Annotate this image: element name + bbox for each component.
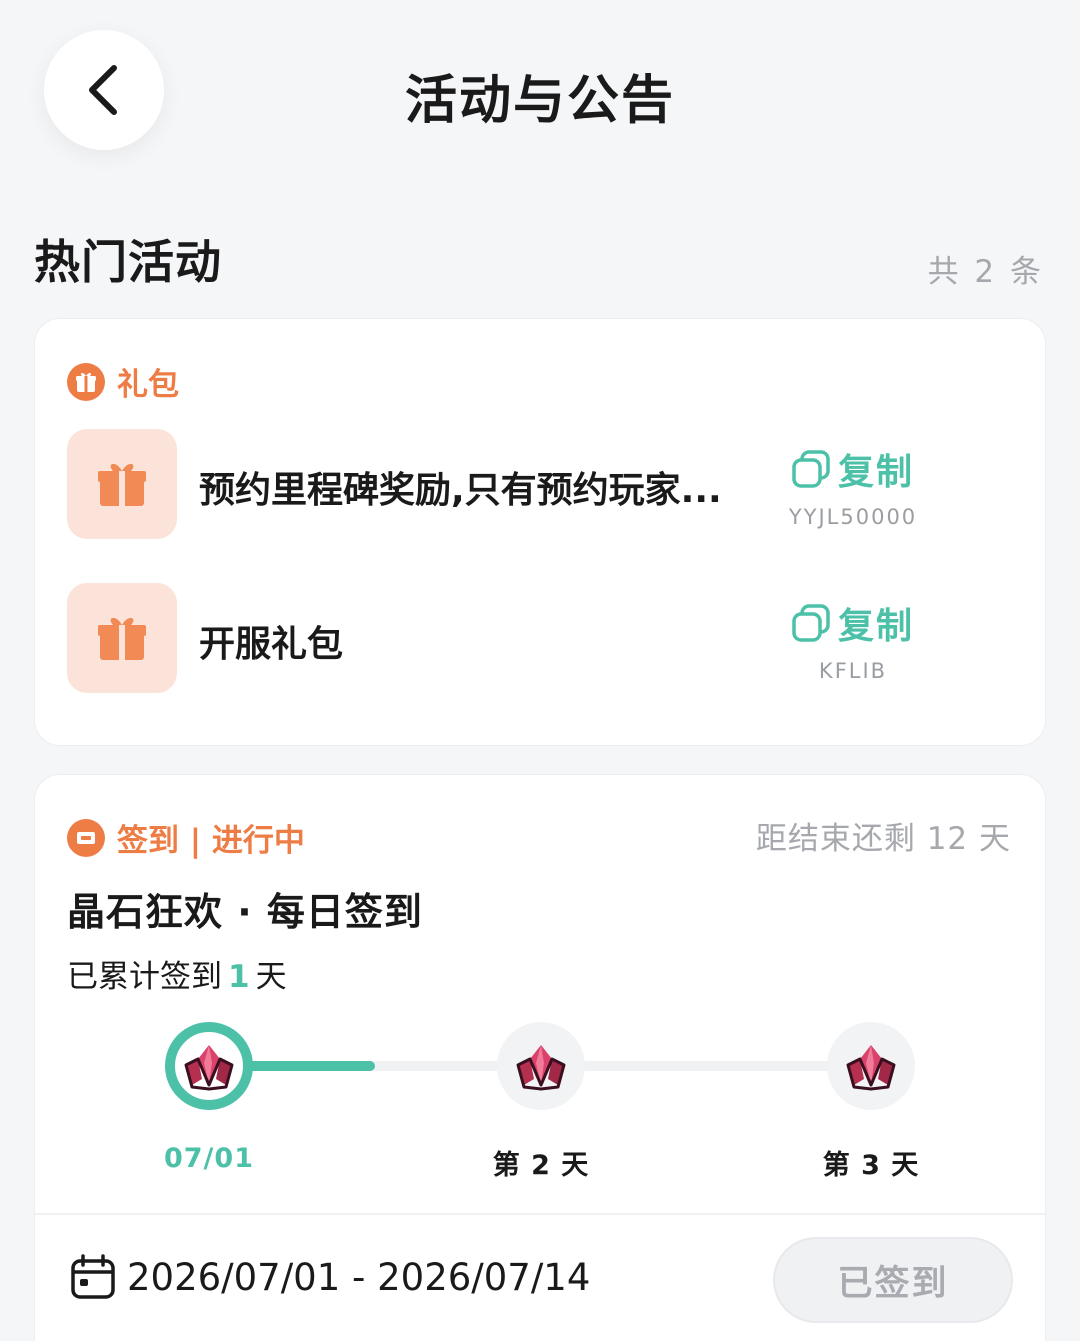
step-day-3 (827, 1022, 915, 1110)
checkin-card: 签到 | 进行中 距结束还剩 12 天 晶石狂欢 · 每日签到 已累计签到 1 天 (34, 774, 1046, 1341)
gift-icon (67, 362, 105, 401)
copy-label: 复制 (837, 452, 914, 493)
card-divider (35, 1213, 1045, 1215)
progress-prefix: 已累计签到 (67, 959, 222, 995)
calendar-icon (71, 1254, 115, 1299)
copy-button[interactable]: 复制 (792, 597, 914, 649)
gem-icon (846, 1045, 896, 1091)
copy-code-group: 复制 KFLIB (753, 597, 953, 683)
checkin-tag: 签到 | 进行中 (67, 815, 305, 860)
progress-suffix: 天 (255, 959, 287, 995)
gift-item: 开服礼包 复制 KFLIB (67, 583, 1013, 693)
gift-box-icon (98, 617, 146, 660)
gift-card: 礼包 预约里程碑奖励,只有预约玩家... 复制 YYJL50000 开服礼包 复… (34, 318, 1046, 746)
ticket-icon (67, 818, 105, 857)
copy-label: 复制 (837, 606, 914, 647)
date-range: 2026/07/01 - 2026/07/14 (69, 1253, 590, 1301)
gift-thumbnail (67, 429, 177, 539)
copy-button[interactable]: 复制 (792, 443, 914, 495)
gift-thumbnail (67, 583, 177, 693)
step-day-1 (165, 1022, 253, 1110)
date-range-text: 2026/07/01 - 2026/07/14 (127, 1255, 591, 1299)
step-label: 07/01 (163, 1143, 254, 1174)
gift-tag-label: 礼包 (117, 367, 179, 403)
copy-code-group: 复制 YYJL50000 (753, 443, 953, 529)
section-title: 热门活动 (34, 235, 222, 289)
copy-icon (792, 450, 830, 488)
gem-icon (516, 1045, 566, 1091)
activity-title: 晶石狂欢 · 每日签到 (67, 890, 423, 934)
checkin-tag-label: 签到 | 进行中 (117, 823, 305, 859)
progress-count: 1 (228, 959, 250, 995)
copy-icon (792, 604, 830, 642)
activity-page: 活动与公告 热门活动 共 2 条 礼包 预约里程碑奖励,只有预约玩家... 复制… (0, 0, 1080, 1341)
gift-name: 预约里程碑奖励,只有预约玩家... (199, 470, 722, 511)
gem-icon (184, 1045, 234, 1091)
checkin-progress-text: 已累计签到 1 天 (67, 951, 287, 996)
gift-code: YYJL50000 (788, 505, 918, 529)
time-remaining: 距结束还剩 12 天 (755, 821, 1011, 857)
gift-item: 预约里程碑奖励,只有预约玩家... 复制 YYJL50000 (67, 429, 1013, 539)
page-title: 活动与公告 (404, 71, 675, 131)
gift-code: KFLIB (818, 659, 888, 683)
gift-tag: 礼包 (67, 359, 179, 404)
signed-in-button[interactable]: 已签到 (773, 1237, 1013, 1323)
gift-box-icon (98, 463, 146, 506)
step-label: 第 3 天 (822, 1150, 920, 1181)
gift-name: 开服礼包 (199, 624, 344, 665)
step-label: 第 2 天 (492, 1150, 590, 1181)
step-day-2 (497, 1022, 585, 1110)
section-count: 共 2 条 (927, 254, 1044, 290)
